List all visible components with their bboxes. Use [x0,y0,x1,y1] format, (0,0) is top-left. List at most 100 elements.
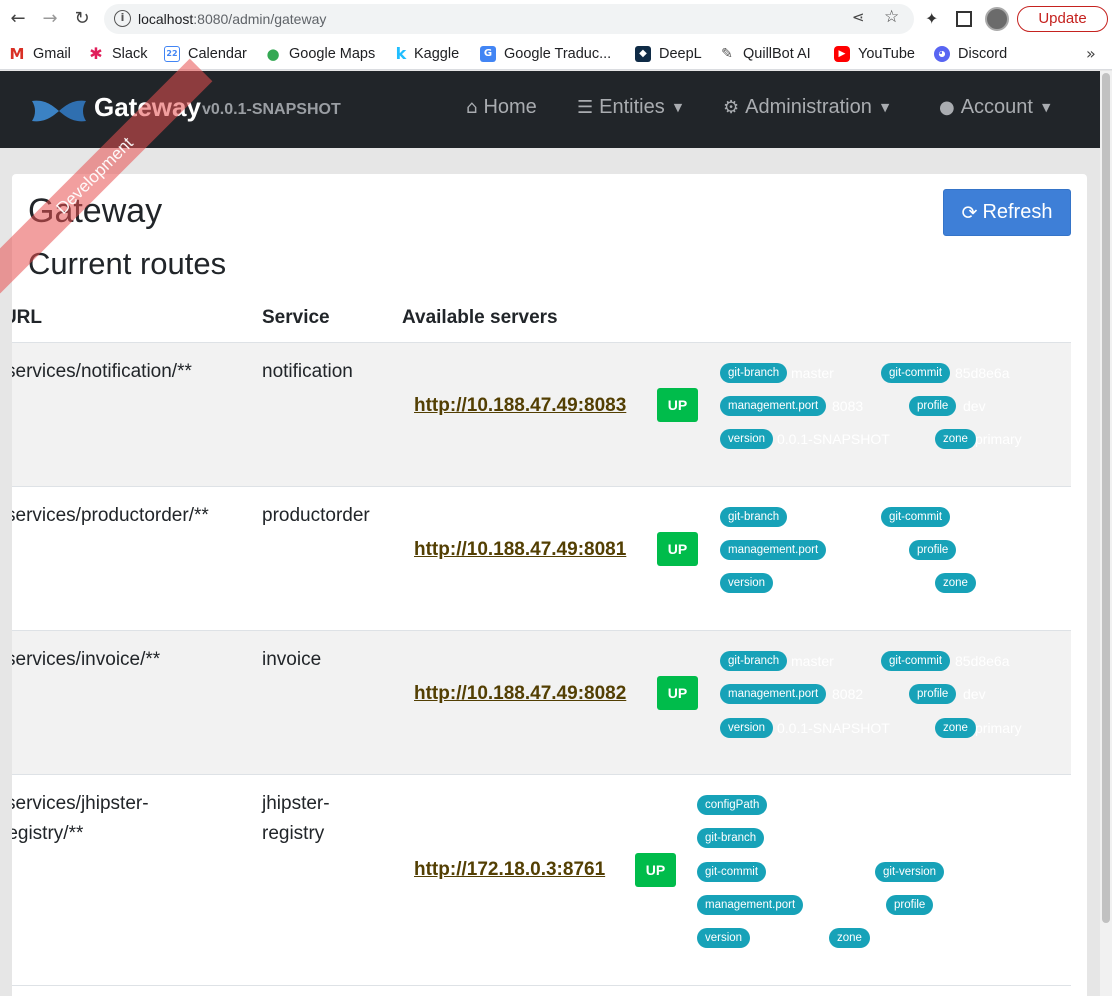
address-url[interactable]: localhost:8080/admin/gateway [138,11,326,27]
server-link[interactable]: http://10.188.47.49:8081 [414,539,626,561]
extensions-icon[interactable]: ✦ [925,9,938,28]
metadata-value: master [791,365,834,381]
scrollbar-thumb[interactable] [1102,73,1110,923]
bookmark-slack[interactable]: ✱ Slack [88,43,147,65]
server-link[interactable]: http://10.188.47.49:8083 [414,395,626,417]
bookmark-google-translate[interactable]: G Google Traduc... [480,43,611,65]
caret-down-icon: ▼ [673,101,683,114]
sync-icon: ⟳ [961,201,978,224]
nav-administration[interactable]: ⚙ Administration ▼ [723,96,889,119]
share-icon[interactable]: ⋖ [852,8,865,26]
kaggle-icon: k [395,44,407,63]
server-link[interactable]: http://10.188.47.49:8082 [414,683,626,705]
column-header-service: Service [262,307,330,328]
status-badge: UP [635,853,676,887]
table-row: services/productorder/** productorder ht… [12,487,1071,631]
route-service: invoice [262,649,322,670]
table-row: services/invoice/** invoice http://10.18… [12,631,1071,775]
caret-down-icon: ▼ [1041,101,1051,114]
quillbot-icon: ✎ [721,46,733,62]
metadata-value: 85d8e6a [955,365,1010,381]
metadata-value: primary [975,720,1022,736]
metadata-key: profile [886,895,934,915]
bookmark-google-maps[interactable]: ● Google Maps [265,43,375,65]
metadata-value: 0.0.1-SNAPSHOT [777,431,890,447]
forward-icon[interactable]: → [38,7,62,31]
route-service: notification [262,361,353,382]
bookmark-quillbot[interactable]: ✎ QuillBot AI [719,43,811,65]
metadata-key: zone [829,928,870,948]
route-url: services/notification/** [12,361,192,382]
metadata-key: version [720,429,774,449]
brand-version: v0.0.1-SNAPSHOT [202,101,341,118]
metadata-value: primary [975,431,1022,447]
user-icon: ● [939,97,955,118]
users-cog-icon: ⚙ [723,97,740,118]
metadata-key: version [720,573,774,593]
address-bar[interactable]: i localhost:8080/admin/gateway ⋖ ☆ [104,4,914,34]
bookmark-kaggle[interactable]: k Kaggle [395,43,459,65]
route-url: services/jhipster- registry/** [12,793,149,844]
metadata-value: 8083 [832,398,864,414]
bookmark-youtube[interactable]: ▶ YouTube [834,43,915,65]
deepl-icon: ◆ [635,46,651,62]
slack-icon: ✱ [89,44,103,63]
bookmark-calendar[interactable]: 22 Calendar [164,43,247,65]
status-badge: UP [657,676,698,710]
metadata-key: version [697,928,751,948]
route-service: productorder [262,505,370,526]
reload-icon[interactable]: ↻ [70,7,94,31]
discord-icon: ◕ [934,46,950,62]
server-link[interactable]: http://172.18.0.3:8761 [414,859,605,881]
refresh-button[interactable]: ⟳ Refresh [943,189,1071,236]
bookmarks-bar: M Gmail ✱ Slack 22 Calendar ● Google Maps kK… [0,38,1112,70]
table-row: services/notification/** notification ht… [12,343,1071,487]
metadata-key: git-commit [881,651,951,671]
bookmark-star-icon[interactable]: ☆ [884,7,899,27]
youtube-icon: ▶ [834,46,850,62]
metadata-key: git-version [875,862,945,882]
maps-pin-icon: ● [266,45,280,63]
status-badge: UP [657,532,698,566]
metadata-key: management.port [720,684,827,704]
metadata-key: management.port [697,895,804,915]
bookmark-discord[interactable]: ◕ Discord [934,43,1007,65]
gateway-logo[interactable] [30,97,88,125]
metadata-value: 8082 [832,686,864,702]
bookmark-deepl[interactable]: ◆ DeepL [635,43,702,65]
metadata-key: profile [909,684,957,704]
metadata-value: master [791,653,834,669]
bookmark-gmail[interactable]: M Gmail [9,43,71,65]
metadata-value: 0.0.1-SNAPSHOT [777,720,890,736]
route-url: services/productorder/** [12,505,209,526]
nav-home[interactable]: ⌂ Home [466,96,537,119]
gateway-card: Gateway ⟳Refresh Current routes URL Serv… [12,174,1087,996]
metadata-key: management.port [720,540,827,560]
metadata-key: git-commit [881,363,951,383]
nav-account[interactable]: ● Account ▼ [939,96,1050,119]
metadata-key: version [720,718,774,738]
metadata-key: git-commit [881,507,951,527]
metadata-key: profile [909,396,957,416]
table-row: services/jhipster- registry/** jhipster-… [12,775,1071,986]
update-button[interactable]: Update [1017,6,1108,32]
browser-toolbar: ← → ↻ i localhost:8080/admin/gateway ⋖ ☆… [0,0,1112,38]
metadata-key: git-branch [720,507,788,527]
side-panel-icon[interactable] [956,11,972,27]
nav-entities[interactable]: ☰ Entities ▼ [577,96,682,119]
metadata-value: dev [963,398,986,414]
profile-avatar[interactable] [985,7,1009,31]
metadata-key: configPath [697,795,768,815]
translate-icon: G [480,46,496,62]
more-bookmarks-icon[interactable]: » [1086,44,1096,63]
column-header-servers: Available servers [402,307,558,328]
section-title: Current routes [28,246,227,281]
site-info-icon[interactable]: i [114,10,131,27]
metadata-key: management.port [720,396,827,416]
page-scrollbar[interactable] [1100,71,1112,996]
metadata-key: git-commit [697,862,767,882]
caret-down-icon: ▼ [880,101,890,114]
back-icon[interactable]: ← [6,7,30,31]
column-header-url: URL [12,307,42,328]
metadata-value: 85d8e6a [955,653,1010,669]
